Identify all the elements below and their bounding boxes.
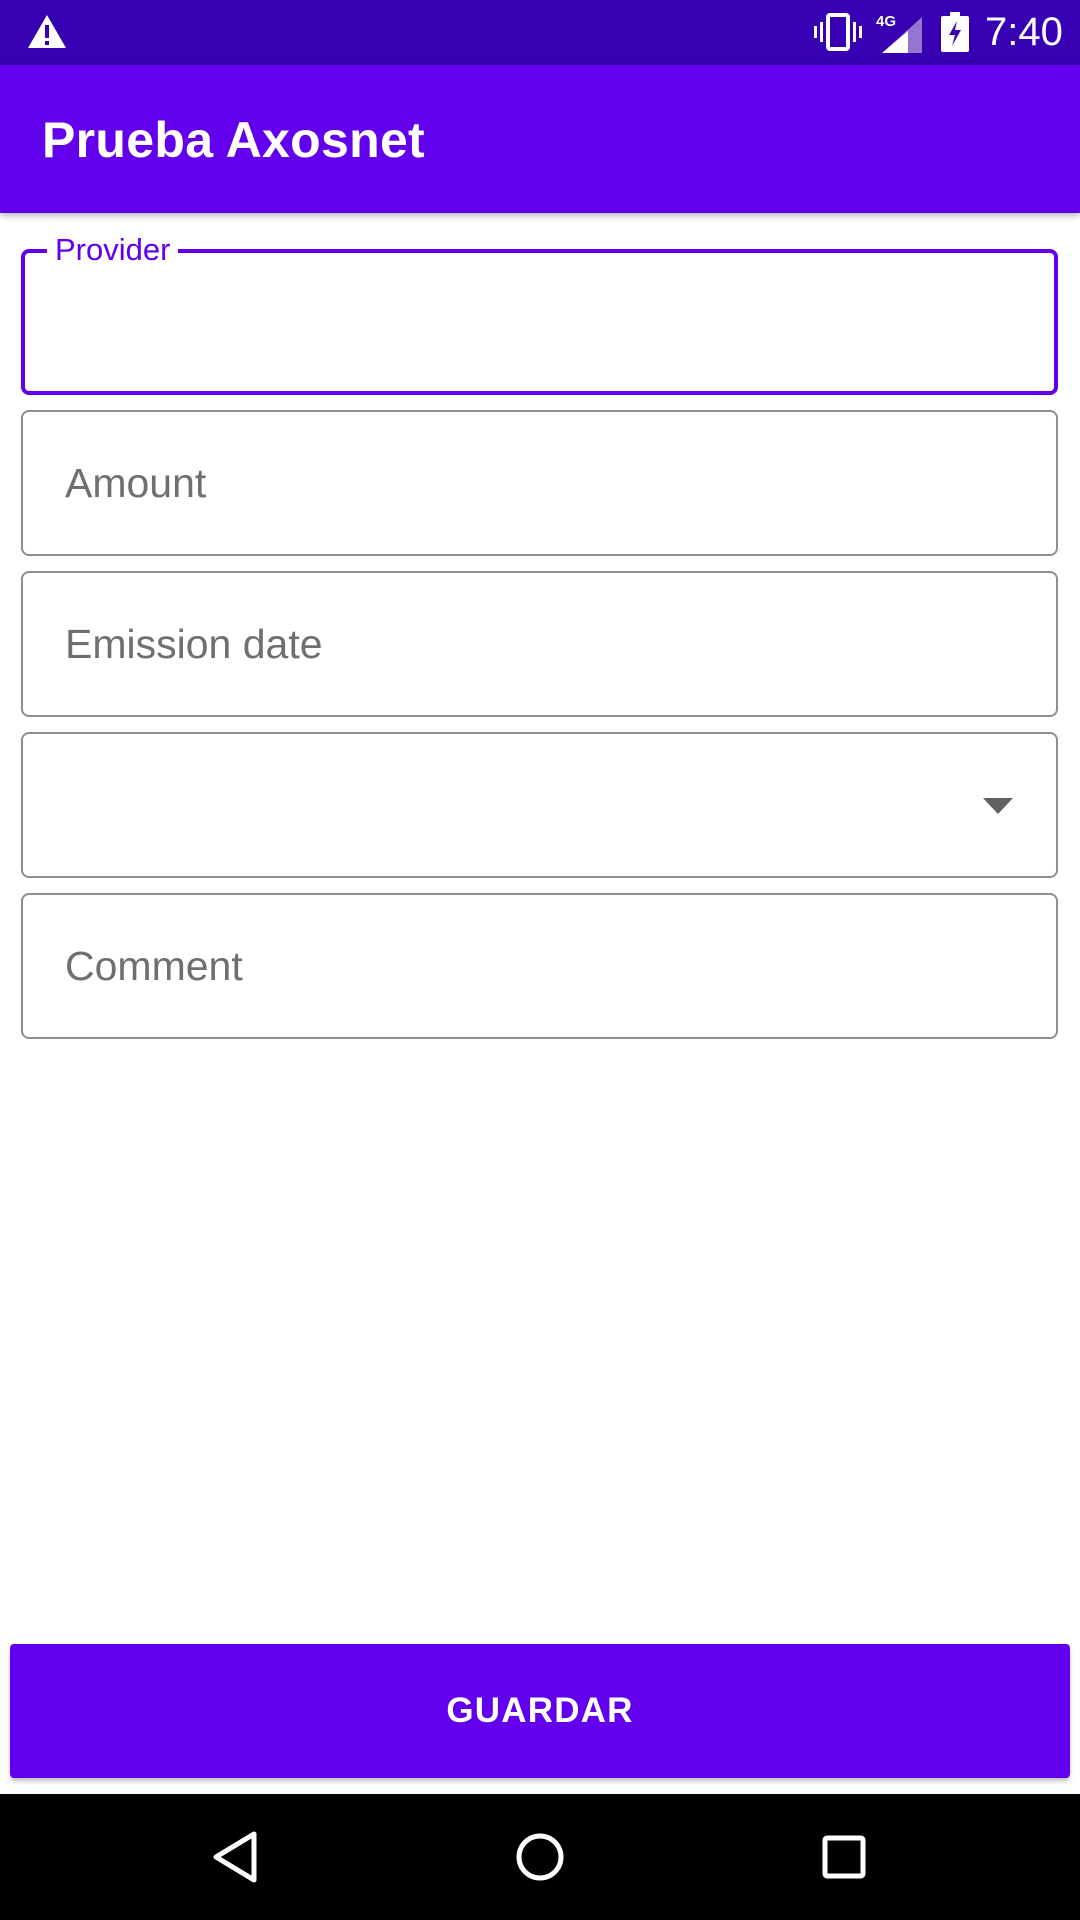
status-clock: 7:40 (985, 10, 1063, 54)
comment-placeholder: Comment (65, 943, 243, 989)
provider-field[interactable]: Provider (21, 232, 1058, 395)
page-title: Prueba Axosnet (42, 112, 426, 168)
vibrate-icon (814, 13, 862, 51)
save-button[interactable]: GUARDAR (10, 1644, 1070, 1778)
navigation-bar (0, 1794, 1080, 1920)
emission-date-field[interactable]: Emission date (21, 571, 1058, 717)
app-bar: Prueba Axosnet (0, 65, 1080, 213)
warning-icon (28, 15, 66, 48)
recents-icon[interactable] (813, 1826, 875, 1888)
home-icon[interactable] (509, 1826, 571, 1888)
battery-charging-icon (941, 12, 969, 52)
dropdown-arrow-icon (983, 798, 1013, 814)
amount-field[interactable]: Amount (21, 410, 1058, 556)
save-button-label: GUARDAR (446, 1691, 634, 1730)
comment-field[interactable]: Comment (21, 893, 1058, 1039)
back-icon[interactable] (206, 1826, 268, 1888)
provider-label: Provider (47, 232, 179, 268)
signal-icon (882, 17, 922, 53)
status-bar: 4G 7:40 (0, 0, 1080, 65)
amount-placeholder: Amount (65, 460, 207, 506)
dropdown-select[interactable] (21, 732, 1058, 878)
emission-date-placeholder: Emission date (65, 621, 323, 667)
